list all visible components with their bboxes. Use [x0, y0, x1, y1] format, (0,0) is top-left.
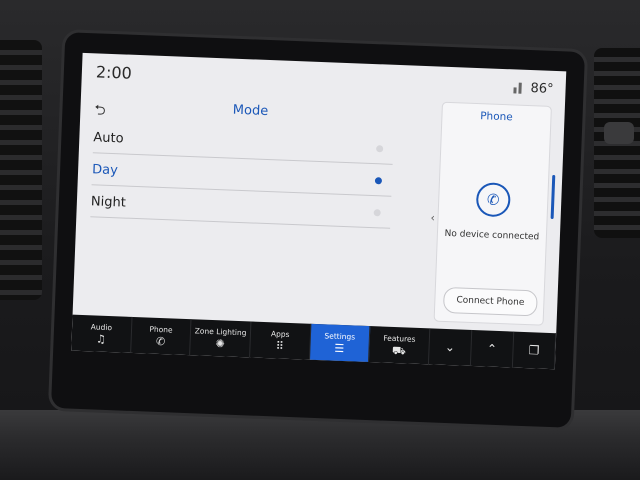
option-label: Day	[91, 162, 119, 179]
option-label: Auto	[93, 130, 124, 147]
radio-selected-icon	[374, 177, 383, 185]
nav-label: Features	[383, 333, 416, 344]
connect-phone-button[interactable]: Connect Phone	[442, 286, 538, 317]
phone-status-text: No device connected	[444, 228, 540, 243]
truck-icon: ⛟	[391, 343, 407, 358]
radio-icon	[376, 145, 384, 153]
left-air-vent	[0, 40, 42, 300]
dashboard: 2:00 86° ⮌ Mode Auto Day Night ‹ Phone ✆…	[0, 0, 640, 480]
nav-windows-button[interactable]: ❐	[512, 331, 557, 370]
temperature: 86°	[530, 80, 554, 97]
phone-icon: ✆	[475, 182, 511, 218]
mode-title: Mode	[232, 102, 269, 119]
lighting-icon: ✺	[215, 337, 226, 351]
nav-label: Audio	[90, 322, 113, 333]
screen-bezel: 2:00 86° ⮌ Mode Auto Day Night ‹ Phone ✆…	[50, 32, 586, 428]
signal-icon	[512, 81, 522, 93]
nav-settings[interactable]: Settings ☰	[309, 323, 371, 363]
clock: 2:00	[95, 61, 133, 83]
option-label: Night	[90, 194, 127, 211]
phone-icon: ✆	[155, 334, 166, 349]
nav-zone-lighting[interactable]: Zone Lighting ✺	[190, 319, 252, 358]
nav-features[interactable]: Features ⛟	[369, 326, 431, 365]
phone-card: Phone ✆ No device connected Connect Phon…	[434, 102, 551, 325]
chevron-down-icon: ⌄	[444, 339, 456, 355]
nav-collapse-button[interactable]: ⌄	[428, 328, 473, 366]
chevron-up-icon: ⌃	[486, 341, 498, 356]
radio-icon	[373, 209, 381, 217]
scroll-indicator[interactable]	[550, 174, 556, 220]
vent-knob	[604, 122, 634, 144]
music-note-icon: ♫	[95, 332, 107, 346]
nav-label: Phone	[149, 324, 173, 335]
nav-label: Settings	[324, 331, 356, 342]
phone-card-title: Phone	[479, 110, 513, 124]
nav-apps[interactable]: Apps ⠿	[249, 321, 311, 360]
nav-label: Zone Lighting	[194, 326, 247, 338]
infotainment-screen: 2:00 86° ⮌ Mode Auto Day Night ‹ Phone ✆…	[71, 52, 567, 370]
nav-label: Apps	[270, 329, 290, 339]
mode-panel: ⮌ Mode Auto Day Night	[73, 89, 421, 328]
chevron-left-icon[interactable]: ‹	[430, 211, 435, 224]
status-right: 86°	[512, 80, 554, 97]
apps-grid-icon: ⠿	[275, 339, 285, 353]
nav-phone[interactable]: Phone ✆	[130, 316, 192, 356]
settings-sliders-icon: ☰	[334, 341, 345, 356]
windows-icon: ❐	[528, 343, 540, 358]
nav-audio[interactable]: Audio ♫	[71, 314, 133, 353]
nav-expand-button[interactable]: ⌃	[470, 329, 515, 368]
